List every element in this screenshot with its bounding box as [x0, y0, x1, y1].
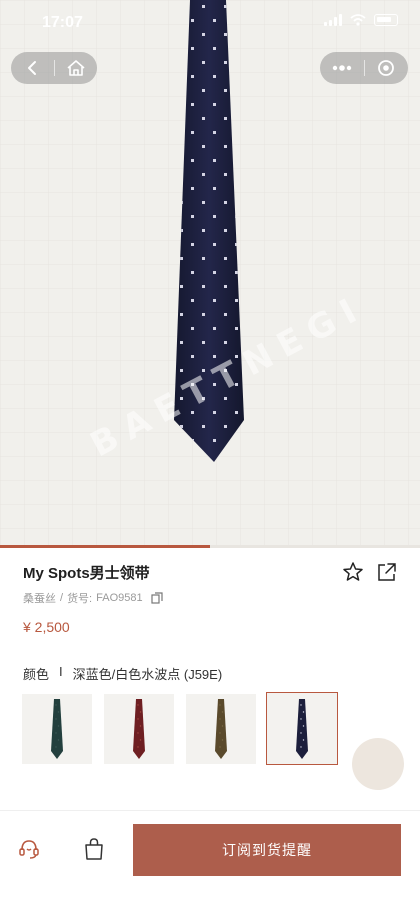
share-icon[interactable]: [376, 561, 398, 583]
floating-action-circle[interactable]: [352, 738, 404, 790]
tie-thumbnail: [215, 699, 227, 759]
target-icon: [378, 60, 395, 76]
subscribe-restock-button[interactable]: 订阅到货提醒: [133, 824, 401, 876]
product-meta: 桑蚕丝 / 货号: FAO9581: [23, 590, 163, 606]
signal-icon: [324, 14, 342, 26]
color-swatch-navy[interactable]: [266, 692, 338, 765]
selected-color-value: 深蓝色/白色水波点 (J59E): [72, 667, 223, 682]
tie-thumbnail: [296, 698, 308, 759]
status-icons: [324, 14, 398, 26]
product-title: My Spots男士领带: [23, 565, 150, 582]
star-icon[interactable]: [342, 561, 364, 583]
meta-separator: /: [60, 592, 64, 604]
home-button[interactable]: [55, 52, 98, 84]
status-time: 17:07: [42, 14, 83, 31]
gallery-progress-fill: [0, 545, 210, 548]
home-icon: [67, 60, 85, 76]
color-separator: I: [59, 664, 63, 679]
nav-capsule-right: [320, 52, 408, 84]
color-swatch-brown[interactable]: [186, 694, 256, 764]
material-text: 桑蚕丝: [23, 593, 56, 605]
back-button[interactable]: [11, 52, 54, 84]
color-swatch-dark-green[interactable]: [22, 694, 92, 764]
nav-capsule-left: [11, 52, 97, 84]
wifi-icon: [350, 14, 366, 26]
color-label: 颜色: [23, 667, 50, 682]
customer-service-icon[interactable]: [18, 837, 40, 861]
battery-icon: [374, 14, 398, 26]
gallery-progress-track: [0, 545, 420, 548]
sku-label: 货号:: [67, 593, 93, 605]
close-miniprogram-button[interactable]: [365, 52, 409, 84]
tie-thumbnail: [133, 699, 145, 759]
more-dots-icon: [332, 65, 351, 71]
color-swatch-red[interactable]: [104, 694, 174, 764]
color-selection-label: 颜色 I 深蓝色/白色水波点 (J59E): [23, 664, 222, 683]
shopping-bag-icon[interactable]: [83, 837, 105, 861]
chevron-left-icon: [28, 61, 37, 75]
sku-value: FAO9581: [96, 592, 143, 604]
bottom-divider: [0, 810, 420, 811]
product-price: ¥ 2,500: [23, 619, 70, 635]
copy-icon[interactable]: [151, 592, 163, 604]
tie-thumbnail: [51, 699, 63, 759]
more-button[interactable]: [320, 52, 364, 84]
